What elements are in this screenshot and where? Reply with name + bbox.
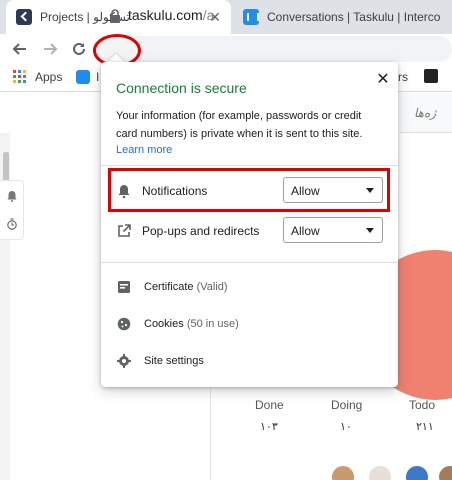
certificate-label: Certificate (Valid) — [144, 281, 228, 293]
lock-icon — [110, 9, 120, 23]
timer-icon[interactable] — [5, 217, 19, 231]
certificate-text: Certificate — [144, 281, 194, 293]
tab-strip: Projects | تسکولو ✕ Conversations | Task… — [0, 0, 452, 34]
cookies-label: Cookies (50 in use) — [144, 318, 239, 330]
bookmark-label[interactable]: I — [96, 70, 99, 84]
url-text[interactable]: taskulu.com/a — [128, 7, 214, 23]
site-info-button[interactable] — [104, 6, 126, 26]
url-path: /a — [202, 7, 215, 23]
popups-select[interactable]: Allow — [283, 217, 383, 243]
dropdown-arrow-icon — [366, 228, 374, 233]
page-rtl-text: ژه‌ها — [414, 106, 437, 120]
stat-label-doing: Doing — [331, 398, 363, 412]
site-info-popup: Connection is secure ✕ Your information … — [101, 62, 398, 387]
side-toolbar — [0, 180, 24, 240]
cookies-row[interactable]: Cookies (50 in use) — [101, 311, 398, 337]
certificate-icon — [118, 281, 130, 293]
apps-bookmark[interactable]: Apps — [35, 70, 62, 84]
site-settings-label: Site settings — [144, 355, 204, 367]
site-settings-row[interactable]: Site settings — [101, 348, 398, 374]
divider — [101, 165, 398, 166]
gear-icon — [117, 354, 131, 368]
divider — [101, 262, 398, 263]
popup-icon — [118, 224, 131, 237]
forward-arrow-icon — [44, 43, 58, 55]
browser-toolbar — [0, 34, 452, 64]
back-button[interactable] — [8, 37, 32, 61]
reload-icon — [73, 42, 85, 55]
forward-button[interactable] — [38, 37, 62, 61]
connection-description: Your information (for example, passwords… — [116, 110, 363, 140]
taskulu-favicon-icon — [16, 9, 32, 25]
url-host: taskulu.com — [128, 7, 203, 23]
tab-title: Conversations | Taskulu | Interco — [267, 10, 441, 24]
bookmark-app-icon[interactable] — [424, 69, 438, 83]
cookies-status: (50 in use) — [186, 318, 239, 330]
learn-more-link[interactable]: Learn more — [116, 144, 172, 156]
stat-label-todo: Todo — [409, 398, 436, 412]
intercom-bookmark-icon[interactable] — [76, 70, 90, 84]
annotation-highlight-box — [108, 168, 390, 212]
stat-label-done: Done — [255, 398, 284, 412]
divider — [210, 385, 211, 480]
permission-label: Pop-ups and redirects — [142, 224, 260, 238]
browser-window: { "tabs": [ {"title": "Projects | تسکولو… — [0, 0, 452, 480]
close-popup-button[interactable]: ✕ — [374, 70, 392, 88]
cookie-icon — [117, 317, 131, 331]
certificate-row[interactable]: Certificate (Valid) — [101, 274, 398, 300]
cookies-text: Cookies — [144, 318, 184, 330]
back-arrow-icon — [12, 43, 26, 55]
certificate-status: (Valid) — [196, 281, 228, 293]
apps-grid-icon[interactable] — [13, 70, 26, 83]
permission-row-popups: Pop-ups and redirects Allow — [101, 213, 398, 247]
select-value: Allow — [291, 224, 320, 238]
connection-status-title: Connection is secure — [116, 80, 247, 96]
bookmark-label[interactable]: rs — [398, 70, 408, 84]
stat-value-todo: ۲۱۱ — [416, 421, 434, 433]
intercom-favicon-icon — [243, 9, 259, 25]
address-bar[interactable] — [98, 36, 452, 62]
bell-icon[interactable] — [5, 189, 19, 203]
stat-value-done: ۱۰۳ — [260, 421, 278, 433]
tab-conversations[interactable]: Conversations | Taskulu | Interco — [233, 0, 452, 34]
stat-value-doing: ۱۰ — [340, 421, 352, 433]
reload-button[interactable] — [67, 37, 91, 61]
